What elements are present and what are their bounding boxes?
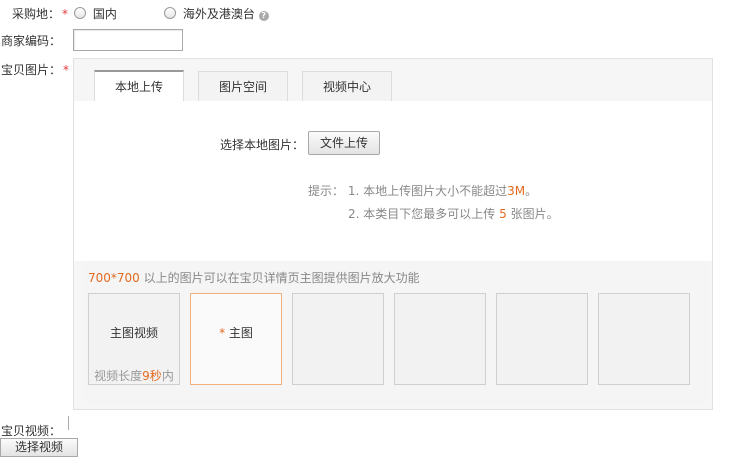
main-video-slot[interactable]: 主图视频 视频长度9秒内	[88, 293, 180, 385]
tab-local-upload[interactable]: 本地上传	[94, 70, 184, 102]
item-video-label: 宝贝视频：	[1, 424, 62, 438]
main-video-title: 主图视频	[109, 326, 158, 340]
video-length-limit: 视频长度9秒内	[94, 369, 174, 383]
image-slot-5[interactable]	[598, 293, 690, 385]
required-star: *	[62, 7, 69, 21]
radio-icon[interactable]	[74, 7, 86, 19]
tab-image-space[interactable]: 图片空间	[198, 71, 288, 101]
upload-tip-1: 提示： 1. 本地上传图片大小不能超过3M。	[308, 184, 538, 198]
zoom-notice: 700*700 以上的图片可以在宝贝详情页主图提供图片放大功能	[88, 271, 420, 285]
radio-overseas[interactable]: 海外及港澳台 ?	[164, 5, 269, 22]
main-image-title: * 主图	[219, 326, 253, 340]
local-upload-content: 选择本地图片： 文件上传 提示： 1. 本地上传图片大小不能超过3M。 2. 本…	[74, 101, 712, 261]
upload-tabs: 本地上传 图片空间 视频中心	[74, 59, 712, 102]
select-video-button[interactable]: 选择视频	[0, 438, 78, 457]
image-slot-4[interactable]	[496, 293, 588, 385]
image-upload-panel: 本地上传 图片空间 视频中心 选择本地图片： 文件上传 提示： 1. 本地上传图…	[73, 58, 713, 410]
image-slots-area: 700*700 以上的图片可以在宝贝详情页主图提供图片放大功能 主图视频 视频长…	[82, 261, 710, 405]
required-star: *	[63, 63, 70, 77]
file-upload-button[interactable]: 文件上传	[308, 131, 380, 155]
radio-icon[interactable]	[164, 7, 176, 19]
merchant-code-label: 商家编码：	[1, 34, 62, 48]
purchase-location-label: 采购地： *	[12, 7, 69, 21]
video-divider	[68, 416, 69, 430]
main-image-slot[interactable]: * 主图	[190, 293, 282, 385]
item-images-label: 宝贝图片： *	[1, 63, 70, 77]
upload-tip-2: 2. 本类目下您最多可以上传 5 张图片。	[348, 207, 559, 221]
image-slot-3[interactable]	[394, 293, 486, 385]
image-slot-2[interactable]	[292, 293, 384, 385]
merchant-code-input[interactable]	[73, 29, 183, 51]
radio-domestic[interactable]: 国内	[74, 5, 117, 22]
select-local-image-label: 选择本地图片：	[220, 138, 305, 152]
help-icon[interactable]: ?	[258, 11, 269, 21]
tab-video-center[interactable]: 视频中心	[302, 71, 392, 101]
